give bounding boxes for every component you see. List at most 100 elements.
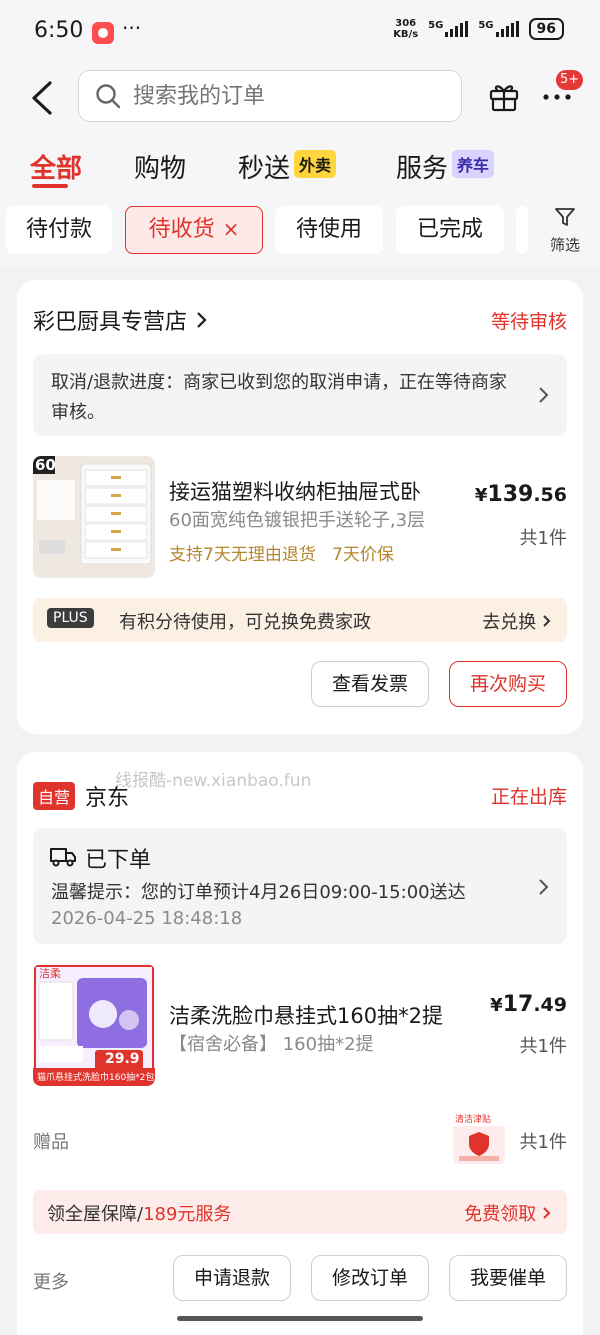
more-notifications-icon: ··· <box>122 16 142 40</box>
order-status: 正在出库 <box>490 786 567 808</box>
gift-image[interactable]: 清洁津贴 <box>453 1112 505 1164</box>
search-input[interactable] <box>133 83 423 109</box>
logistics-status: 已下单 <box>85 848 152 873</box>
order-status: 等待审核 <box>490 311 567 333</box>
refund-progress-notice[interactable]: 取消/退款进度：商家已收到您的取消申请，正在等待商家审核。 <box>33 354 567 436</box>
product-price: ¥139.56 <box>475 482 567 507</box>
chevron-right-icon <box>539 387 549 403</box>
order-tabs: 全部 购物 秒送 外卖 服务 养车 <box>0 144 600 188</box>
signal-bars-icon <box>445 21 469 37</box>
image-price-text: 29.9 <box>105 1051 140 1067</box>
product-image[interactable]: 洁柔 29.9 猫爪悬挂式洗脸巾160抽*2包 <box>33 964 155 1086</box>
filter-pending-payment[interactable]: 待付款 <box>6 206 112 254</box>
self-operated-badge: 自营 <box>33 782 76 810</box>
product-quantity: 共1件 <box>519 528 567 549</box>
drawer-cabinet-image <box>33 456 155 578</box>
tab-car-care-tag: 养车 <box>452 150 495 178</box>
filter-pending-use[interactable]: 待使用 <box>275 206 383 254</box>
price-decimal: .49 <box>533 994 567 1016</box>
product-spec: 60面宽纯色镀银把手送轮子,3层 <box>169 510 426 531</box>
guarantee-accent: 189元服务 <box>143 1204 232 1225</box>
gift-quantity: 共1件 <box>519 1132 567 1153</box>
notification-badge: 5+ <box>556 70 584 90</box>
plus-text: 有积分待使用，可兑换免费家政 <box>119 612 371 633</box>
tab-all[interactable]: 全部 <box>30 148 82 185</box>
order-time: 2026-04-25 18:48:18 <box>51 908 243 929</box>
active-tab-underline <box>32 184 68 188</box>
image-caption-text: 猫爪悬挂式洗脸巾160抽*2包 <box>37 1073 155 1083</box>
truck-icon <box>50 848 76 867</box>
network-speed: 306 KB/s <box>393 18 418 40</box>
gift-icon[interactable] <box>488 80 520 112</box>
view-invoice-button[interactable]: 查看发票 <box>311 661 429 707</box>
order-card[interactable]: 自营 京东 线报酷-new.xianbao.fun 正在出库 已下单 温馨提示：… <box>17 752 583 1335</box>
logistics-box[interactable]: 已下单 温馨提示：您的订单预计4月26日09:00-15:00送达 2026-0… <box>33 828 567 944</box>
apply-refund-button[interactable]: 申请退款 <box>173 1255 291 1301</box>
shop-name: 彩巴厨具专营店 <box>33 310 188 335</box>
price-integer: 139 <box>487 482 534 507</box>
network-speed-value: 306 <box>395 18 417 29</box>
search-icon <box>96 84 121 109</box>
image-size-badge: 60 <box>35 456 56 474</box>
chevron-right-icon <box>197 312 207 328</box>
tab-takeout-tag: 外卖 <box>294 150 337 178</box>
status-time: 6:50 <box>34 18 84 43</box>
status-bar: 6:50 ··· 306 KB/s 5G 5G 96 <box>0 0 600 66</box>
funnel-icon <box>555 208 575 226</box>
tab-instant-delivery[interactable]: 秒送 <box>238 148 290 185</box>
filter-completed[interactable]: 已完成 <box>396 206 504 254</box>
guarantee-text: 领全屋保障/189元服务 <box>47 1200 231 1226</box>
network-speed-unit: KB/s <box>393 29 419 40</box>
product-quantity: 共1件 <box>519 1036 567 1057</box>
status-filters: 待付款 待收货 × 待使用 已完成 筛选 <box>0 206 600 254</box>
product-spec: 【宿舍必备】 160抽*2提 <box>169 1034 374 1055</box>
signal-bars-icon <box>495 21 519 37</box>
product-title[interactable]: 接运猫塑料收纳柜抽屉式卧 <box>169 476 461 506</box>
claim-free-link[interactable]: 免费领取 <box>464 1200 551 1226</box>
shop-name-row[interactable]: 彩巴厨具专营店 <box>33 304 207 336</box>
chevron-right-icon <box>543 1207 551 1219</box>
plus-redeem-link[interactable]: 去兑换 <box>482 608 551 634</box>
close-icon[interactable]: × <box>223 217 240 241</box>
product-price: ¥17.49 <box>490 992 567 1017</box>
search-box[interactable] <box>78 70 462 122</box>
plus-badge: PLUS <box>47 608 94 628</box>
urge-order-button[interactable]: 我要催单 <box>449 1255 567 1301</box>
modify-order-button[interactable]: 修改订单 <box>311 1255 429 1301</box>
order-card[interactable]: 彩巴厨具专营店 等待审核 取消/退款进度：商家已收到您的取消申请，正在等待商家审… <box>17 280 583 734</box>
plus-points-banner[interactable]: PLUS 有积分待使用，可兑换免费家政 去兑换 <box>33 598 567 642</box>
app-notification-icon <box>92 22 114 44</box>
signal-2: 5G <box>478 20 519 37</box>
battery-indicator: 96 <box>528 18 564 40</box>
face-towel-image <box>33 964 155 1086</box>
chevron-right-icon <box>539 879 549 895</box>
home-guarantee-banner[interactable]: 领全屋保障/189元服务 免费领取 <box>33 1190 567 1234</box>
currency-symbol: ¥ <box>490 995 503 1016</box>
back-arrow-icon[interactable] <box>28 80 58 116</box>
status-indicators: 306 KB/s 5G 5G 96 <box>393 18 564 40</box>
filter-more-chip-edge <box>516 206 528 254</box>
rebuy-button[interactable]: 再次购买 <box>449 661 567 707</box>
product-title[interactable]: 洁柔洗脸巾悬挂式160抽*2提 <box>169 1000 479 1030</box>
tab-service[interactable]: 服务 <box>396 148 448 185</box>
tab-shopping[interactable]: 购物 <box>134 148 186 185</box>
sim2-label: 5G <box>478 20 494 31</box>
filter-button[interactable]: 筛选 <box>540 206 590 254</box>
plus-redeem-label: 去兑换 <box>482 612 537 633</box>
sim1-label: 5G <box>428 20 444 31</box>
product-service-tags: 支持7天无理由退货 7天价保 <box>169 545 394 565</box>
filter-pending-receipt[interactable]: 待收货 × <box>125 206 263 254</box>
claim-free-label: 免费领取 <box>464 1204 537 1225</box>
price-decimal: .56 <box>533 484 567 506</box>
gift-image-label: 清洁津贴 <box>455 1115 492 1125</box>
watermark-text: 线报酷-new.xianbao.fun <box>115 771 312 791</box>
more-actions-link[interactable]: 更多 <box>33 1268 69 1294</box>
home-indicator[interactable] <box>177 1316 423 1321</box>
product-image[interactable]: 60 <box>33 456 155 578</box>
gift-label: 赠品 <box>33 1132 69 1153</box>
image-brand-text: 洁柔 <box>39 967 61 980</box>
price-integer: 17 <box>502 992 534 1017</box>
currency-symbol: ¥ <box>474 485 488 506</box>
filter-label: 筛选 <box>549 236 580 254</box>
guarantee-prefix: 领全屋保障/ <box>47 1204 144 1225</box>
